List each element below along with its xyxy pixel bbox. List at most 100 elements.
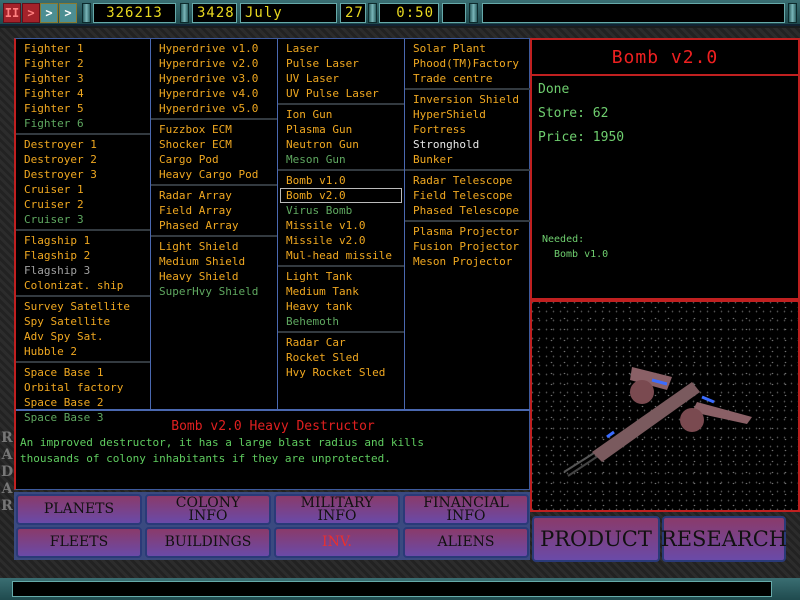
invention-item[interactable]: Trade centre xyxy=(405,71,532,86)
invention-item[interactable]: Phased Array xyxy=(151,218,277,233)
bottom-message-slot xyxy=(12,581,772,597)
invention-item[interactable]: Fighter 6 xyxy=(16,116,150,131)
invention-item[interactable]: Flagship 2 xyxy=(16,248,150,263)
invention-item[interactable]: Light Tank xyxy=(278,269,404,284)
invention-item[interactable]: Hvy Rocket Sled xyxy=(278,365,404,380)
invention-item[interactable]: Adv Spy Sat. xyxy=(16,329,150,344)
play-button[interactable]: > xyxy=(22,3,40,23)
invention-item[interactable]: Fuzzbox ECM xyxy=(151,122,277,137)
invention-item[interactable]: Fighter 5 xyxy=(16,101,150,116)
invention-item[interactable]: Fighter 1 xyxy=(16,41,150,56)
invention-item[interactable]: Field Telescope xyxy=(405,188,532,203)
invention-item[interactable]: Space Base 2 xyxy=(16,395,150,410)
buildings-button[interactable]: BUILDINGS xyxy=(145,527,271,558)
invention-item[interactable]: Flagship 1 xyxy=(16,233,150,248)
invention-item[interactable]: Radar Array xyxy=(151,188,277,203)
fleets-button[interactable]: FLEETS xyxy=(16,527,142,558)
item-group: Plasma Projector Fusion Projector Meson Pr… xyxy=(405,222,532,271)
colony-info-button[interactable]: COLONY INFO xyxy=(145,494,271,525)
fast-forward-button[interactable]: > xyxy=(40,3,58,23)
invention-item[interactable]: Survey Satellite xyxy=(16,299,150,314)
invention-item[interactable]: Shocker ECM xyxy=(151,137,277,152)
invention-item[interactable]: Fortress xyxy=(405,122,532,137)
invention-item[interactable]: Neutron Gun xyxy=(278,137,404,152)
invention-item[interactable]: Phased Telescope xyxy=(405,203,532,218)
invention-item[interactable]: SuperHvy Shield xyxy=(151,284,277,299)
planets-button[interactable]: PLANETS xyxy=(16,494,142,525)
day-display: 27 xyxy=(340,3,366,23)
invention-item[interactable]: Bomb v2.0 xyxy=(280,188,402,203)
invention-item[interactable]: Hyperdrive v3.0 xyxy=(151,71,277,86)
pause-button[interactable]: II xyxy=(3,3,21,23)
invention-item[interactable]: Hubble 2 xyxy=(16,344,150,359)
invention-item[interactable]: Cruiser 2 xyxy=(16,197,150,212)
invention-item[interactable]: Bunker xyxy=(405,152,532,167)
invention-item[interactable]: Space Base 1 xyxy=(16,365,150,380)
faster-forward-button[interactable]: > xyxy=(59,3,77,23)
invention-item[interactable]: Colonizat. ship xyxy=(16,278,150,293)
invention-item[interactable]: Destroyer 1 xyxy=(16,137,150,152)
research-button[interactable]: RESEARCH xyxy=(661,516,787,562)
item-price: Price: 1950 xyxy=(538,130,625,145)
invention-item[interactable]: UV Laser xyxy=(278,71,404,86)
invention-item[interactable]: Spy Satellite xyxy=(16,314,150,329)
invention-item[interactable]: Hyperdrive v5.0 xyxy=(151,101,277,116)
invention-item[interactable]: Ion Gun xyxy=(278,107,404,122)
invention-item[interactable]: Virus Bomb xyxy=(278,203,404,218)
invention-item[interactable]: Cruiser 3 xyxy=(16,212,150,227)
invention-item[interactable]: Solar Plant xyxy=(405,41,532,56)
military-info-button[interactable]: MILITARY INFO xyxy=(274,494,400,525)
invention-item[interactable]: Cruiser 1 xyxy=(16,182,150,197)
invention-item[interactable]: Laser xyxy=(278,41,404,56)
invention-item[interactable]: Missile v2.0 xyxy=(278,233,404,248)
invention-item[interactable]: Flagship 3 xyxy=(16,263,150,278)
invention-item[interactable]: Fighter 2 xyxy=(16,56,150,71)
invention-item[interactable]: Plasma Gun xyxy=(278,122,404,137)
aliens-button[interactable]: ALIENS xyxy=(403,527,529,558)
invention-item[interactable]: Fighter 3 xyxy=(16,71,150,86)
invention-item[interactable]: Plasma Projector xyxy=(405,224,532,239)
invention-item[interactable]: Light Shield xyxy=(151,239,277,254)
invention-item[interactable]: Meson Projector xyxy=(405,254,532,269)
invention-item[interactable]: Medium Tank xyxy=(278,284,404,299)
invention-item[interactable]: Field Array xyxy=(151,203,277,218)
invention-item[interactable]: Radar Car xyxy=(278,335,404,350)
invention-item[interactable]: HyperShield xyxy=(405,107,532,122)
product-button[interactable]: PRODUCT xyxy=(532,516,660,562)
invention-item[interactable]: Mul-head missile xyxy=(278,248,404,263)
invention-item[interactable]: Fighter 4 xyxy=(16,86,150,101)
invention-item[interactable]: Medium Shield xyxy=(151,254,277,269)
invention-item[interactable]: Pulse Laser xyxy=(278,56,404,71)
invention-item[interactable]: Phood(TM)Factory xyxy=(405,56,532,71)
invention-item[interactable]: Bomb v1.0 xyxy=(278,173,404,188)
invention-item[interactable]: Rocket Sled xyxy=(278,350,404,365)
invention-item[interactable]: Hyperdrive v2.0 xyxy=(151,56,277,71)
item-group: Bomb v1.0 Bomb v2.0 Virus Bomb Missile v1.0… xyxy=(278,171,404,267)
item-group: Radar Car Rocket Sled Hvy Rocket Sled xyxy=(278,333,404,382)
invention-item[interactable]: Behemoth xyxy=(278,314,404,329)
invention-item[interactable]: Stronghold xyxy=(405,137,532,152)
invention-item[interactable]: Fusion Projector xyxy=(405,239,532,254)
invention-item[interactable]: Destroyer 2 xyxy=(16,152,150,167)
inventions-button[interactable]: INV. xyxy=(274,527,400,558)
invention-item[interactable]: Destroyer 3 xyxy=(16,167,150,182)
item-info-panel: Bomb v2.0 Done Store: 62 Price: 1950 Nee… xyxy=(530,38,800,300)
invention-item[interactable]: Orbital factory xyxy=(16,380,150,395)
invention-item[interactable]: Radar Telescope xyxy=(405,173,532,188)
invention-item[interactable]: Heavy Shield xyxy=(151,269,277,284)
radar-side-label: RADAR xyxy=(1,430,14,514)
invention-item[interactable]: Heavy Cargo Pod xyxy=(151,167,277,182)
invention-item[interactable]: UV Pulse Laser xyxy=(278,86,404,101)
planets-label: PLANETS xyxy=(43,501,115,517)
invention-item[interactable]: Missile v1.0 xyxy=(278,218,404,233)
item-picture xyxy=(530,300,800,512)
invention-item[interactable]: Heavy tank xyxy=(278,299,404,314)
invention-item[interactable]: Cargo Pod xyxy=(151,152,277,167)
invention-item[interactable]: Hyperdrive v1.0 xyxy=(151,41,277,56)
financial-info-button[interactable]: FINANCIAL INFO xyxy=(403,494,529,525)
invention-item[interactable]: Meson Gun xyxy=(278,152,404,167)
needed-label: Needed: xyxy=(542,234,585,245)
invention-item[interactable]: Hyperdrive v4.0 xyxy=(151,86,277,101)
invention-item[interactable]: Inversion Shield xyxy=(405,92,532,107)
time-display: 0:50 xyxy=(379,3,439,23)
